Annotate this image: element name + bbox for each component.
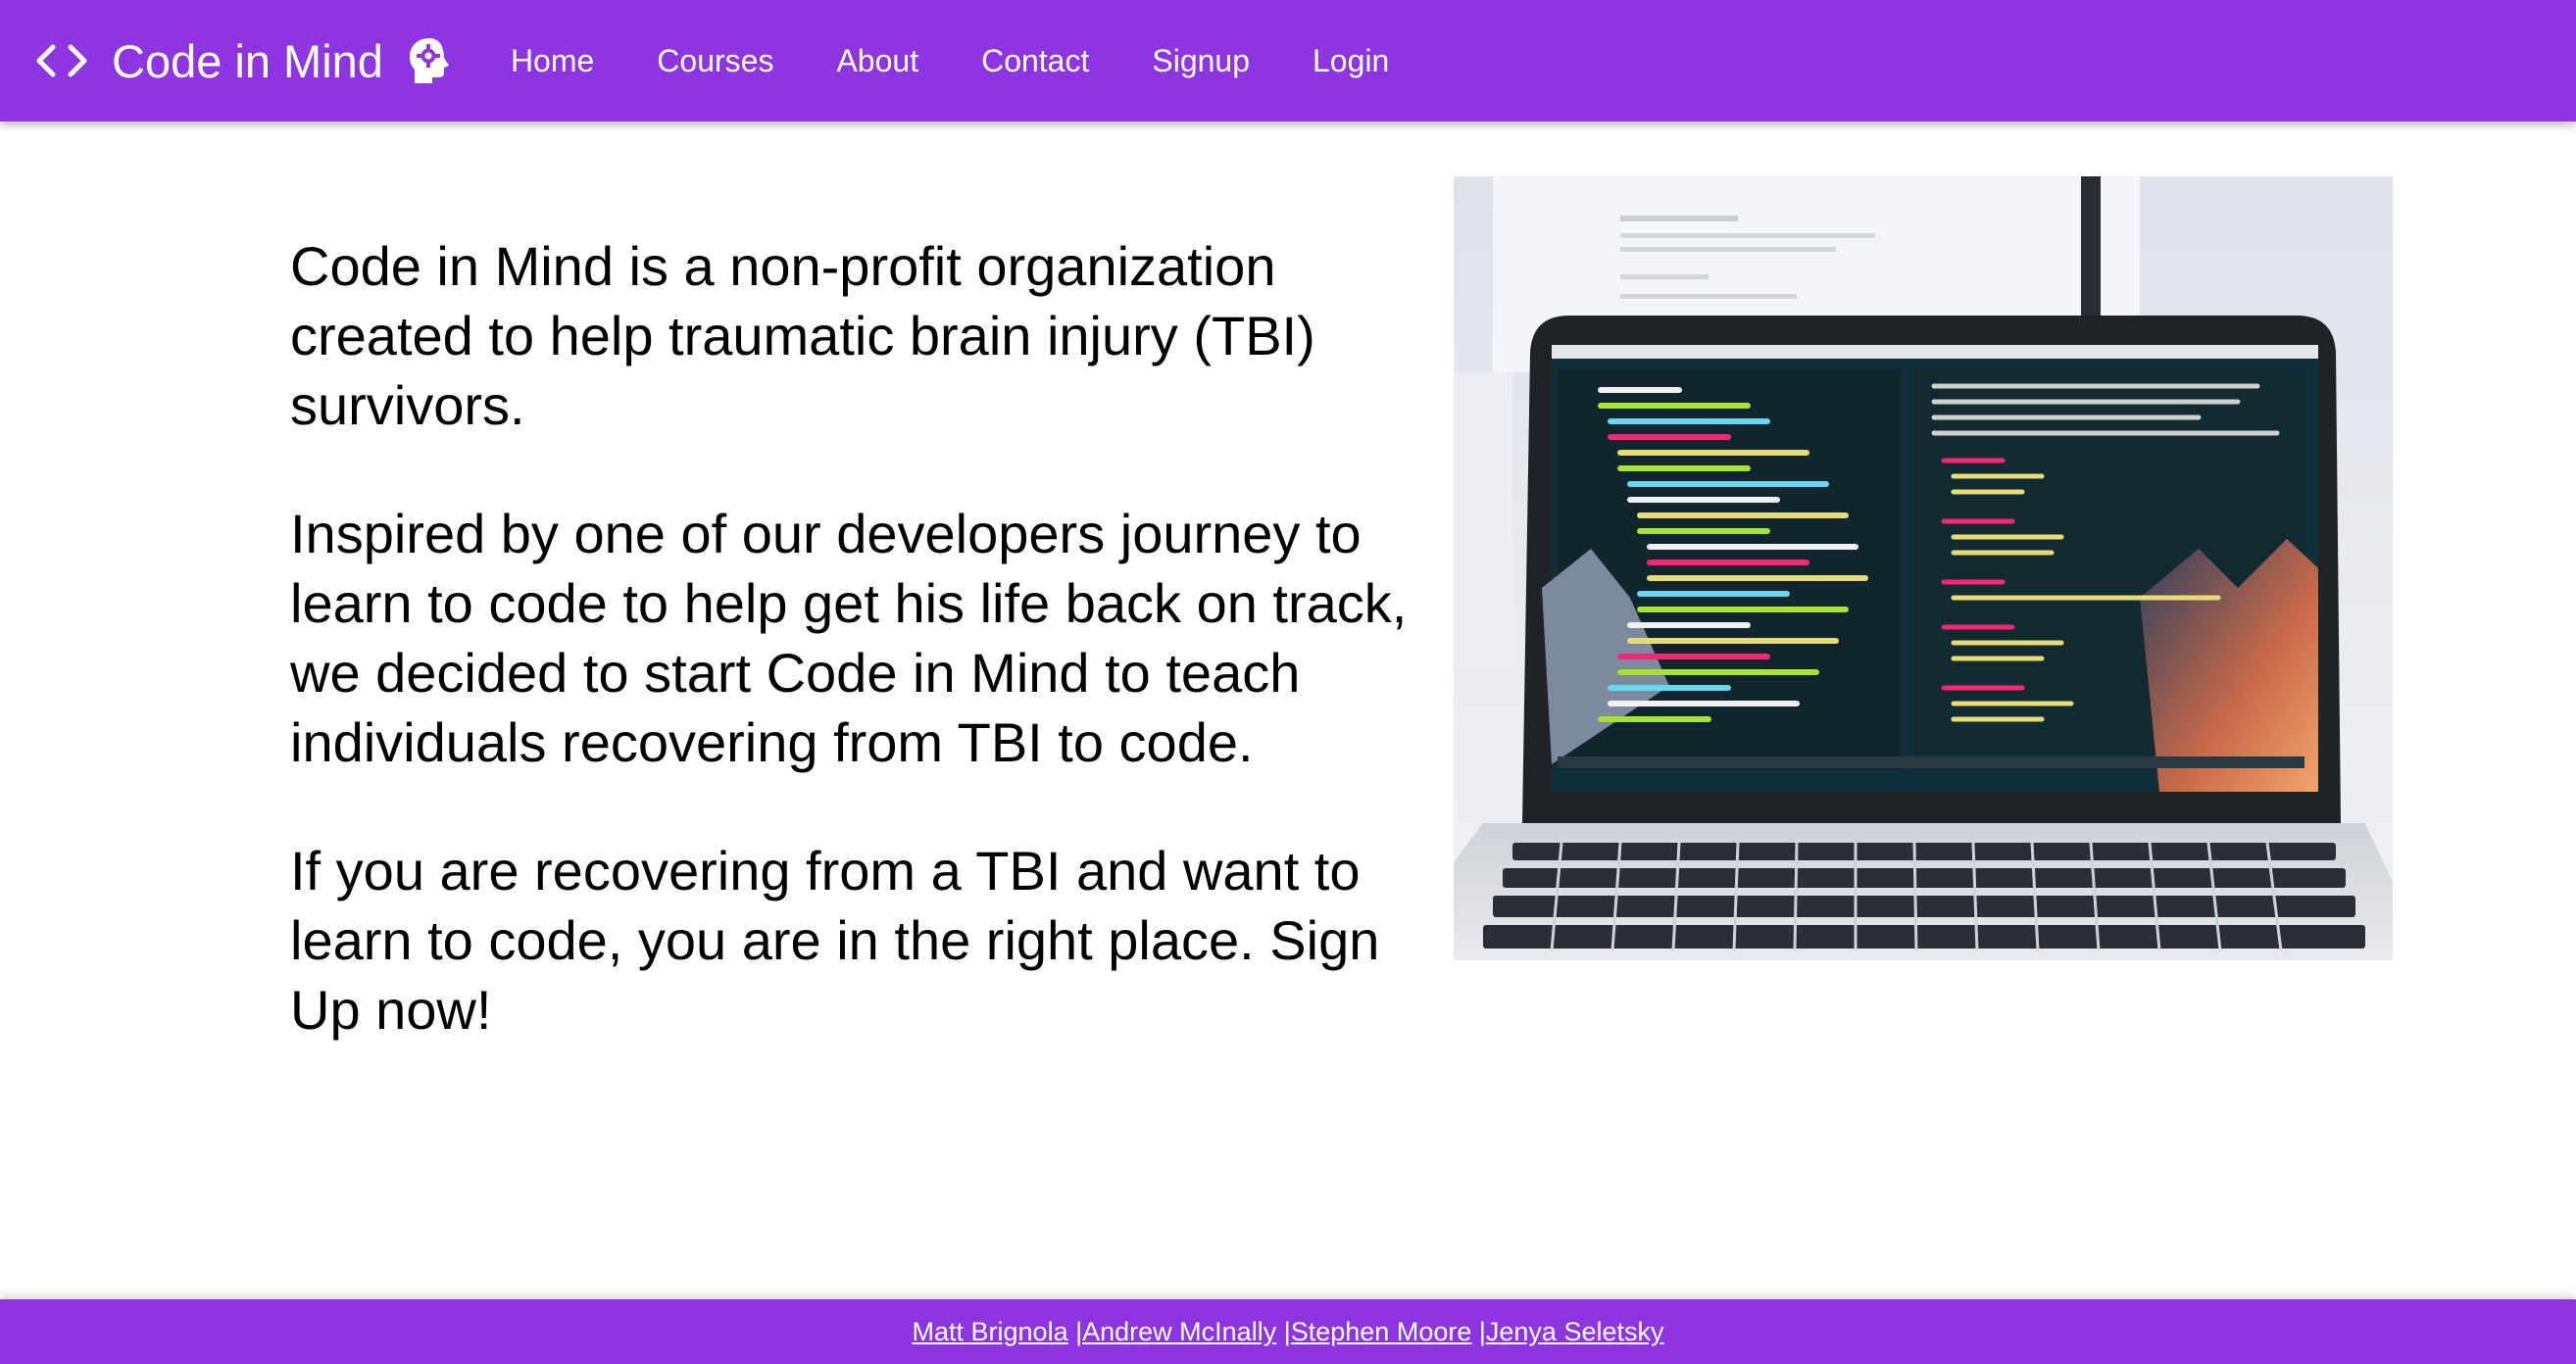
brand-home-link[interactable]: Code in Mind bbox=[33, 34, 452, 88]
nav-home-link[interactable]: Home bbox=[511, 43, 594, 79]
nav-contact-link[interactable]: Contact bbox=[981, 43, 1089, 79]
credit-separator: | bbox=[1478, 1317, 1486, 1346]
credit-link-andrew-mcinally[interactable]: Andrew McInally bbox=[1082, 1317, 1276, 1346]
intro-paragraph-story: Inspired by one of our developers journe… bbox=[290, 503, 1408, 773]
nav-login-link[interactable]: Login bbox=[1313, 43, 1389, 79]
footer-credits: Matt Brignola |Andrew McInally |Stephen … bbox=[0, 1299, 2576, 1364]
brand-title: Code in Mind bbox=[112, 34, 383, 87]
credit-link-jenya-seletsky[interactable]: Jenya Seletsky bbox=[1486, 1317, 1664, 1346]
code-brackets-icon bbox=[36, 44, 87, 77]
credit-separator: | bbox=[1283, 1317, 1291, 1346]
head-gear-icon bbox=[409, 38, 449, 83]
laptop-code-photo bbox=[1454, 176, 2393, 960]
top-navbar: Code in Mind Home Courses About Contact … bbox=[0, 0, 2576, 122]
main-nav: Home Courses About Contact Signup Login bbox=[479, 43, 1420, 79]
intro-text: Code in Mind is a non-profit organizatio… bbox=[290, 231, 1437, 1103]
intro-paragraph-mission: Code in Mind is a non-profit organizatio… bbox=[290, 235, 1315, 436]
credit-link-matt-brignola[interactable]: Matt Brignola bbox=[913, 1317, 1068, 1346]
credit-link-stephen-moore[interactable]: Stephen Moore bbox=[1291, 1317, 1472, 1346]
nav-about-link[interactable]: About bbox=[836, 43, 918, 79]
laptop-illustration bbox=[1454, 176, 2393, 960]
nav-courses-link[interactable]: Courses bbox=[657, 43, 773, 79]
nav-signup-link[interactable]: Signup bbox=[1152, 43, 1250, 79]
intro-paragraph-cta: If you are recovering from a TBI and wan… bbox=[290, 840, 1380, 1041]
